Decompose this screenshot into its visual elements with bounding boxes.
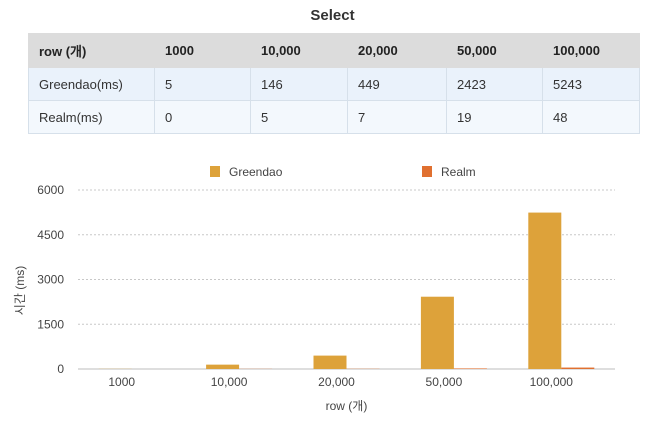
y-tick-label: 1500 [37,317,64,331]
legend-swatch-realm [422,166,432,177]
x-tick-label: 100,000 [530,375,574,389]
x-tick-label: 50,000 [426,375,463,389]
legend-label-greendao: Greendao [229,165,283,179]
y-axis-title: 시간 (ms) [13,266,27,315]
y-tick-label: 6000 [37,183,64,197]
bar-greendao-3 [420,296,454,369]
bar-realm-4 [561,367,595,369]
x-tick-label: 1000 [108,375,135,389]
y-tick-label: 3000 [37,273,64,287]
x-tick-label: 20,000 [318,375,355,389]
bar-greendao-1 [206,364,240,369]
x-axis-title: row (개) [326,399,368,413]
bar-greendao-2 [313,355,347,369]
x-tick-label: 10,000 [211,375,248,389]
y-tick-label: 4500 [37,228,64,242]
bar-chart: 0 1500 3000 4500 6000 1000 10,000 20,000 50,000 1… [13,165,615,413]
legend-swatch-greendao [210,166,220,177]
bar-realm-3 [453,368,487,369]
legend-label-realm: Realm [441,165,476,179]
y-tick-label: 0 [57,362,64,376]
bar-greendao-4 [528,212,562,369]
